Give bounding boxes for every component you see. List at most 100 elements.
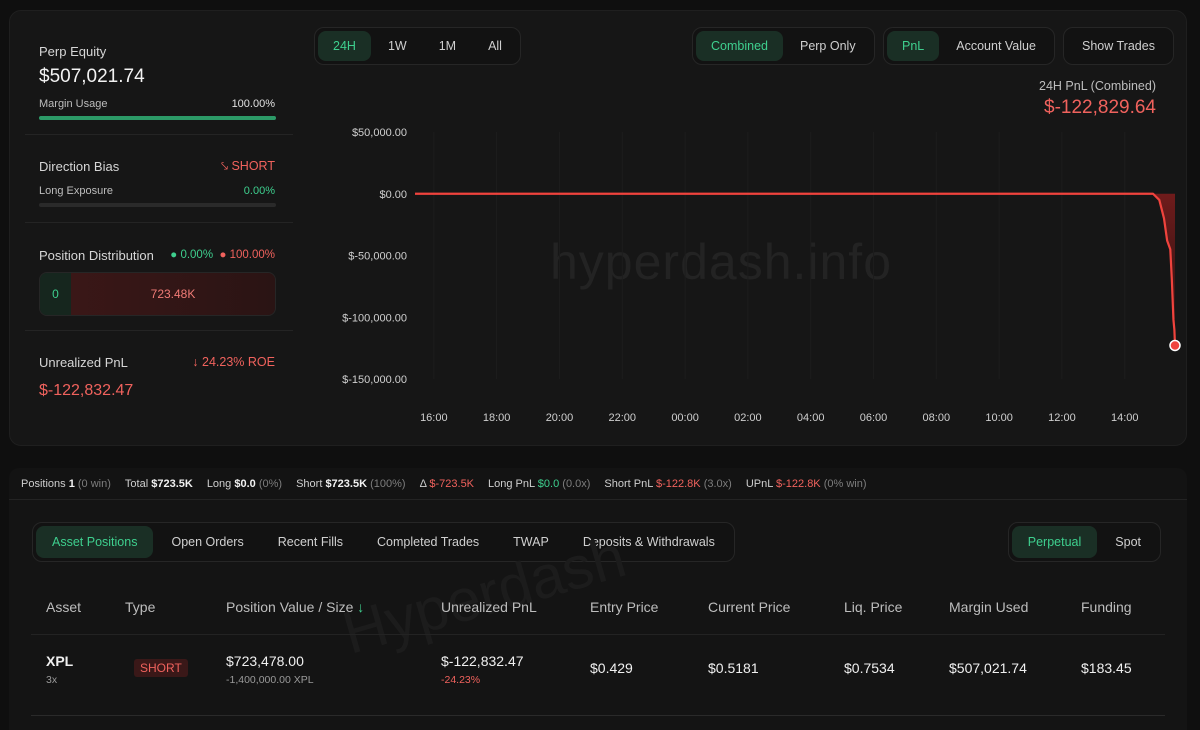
th-unrealized-pnl[interactable]: Unrealized PnL (441, 599, 537, 615)
long-dot-icon: ● (170, 249, 178, 261)
position-distribution-bar: 0 723.48K (39, 272, 276, 316)
direction-bias-value: ⤥ SHORT (221, 159, 275, 174)
tab-asset-positions[interactable]: Asset Positions (36, 526, 154, 558)
x-tick-label: 14:00 (1111, 412, 1139, 424)
y-tick-label: $-150,000.00 (342, 374, 407, 386)
th-entry-price[interactable]: Entry Price (590, 599, 658, 615)
stat-short-pnl-x: (3.0x) (703, 477, 732, 490)
stat-total-label: Total (124, 477, 149, 490)
arrow-down-icon: ↓ (192, 355, 203, 369)
cell-upnl-pct: -24.23% (441, 674, 481, 686)
x-tick-label: 00:00 (671, 412, 699, 424)
x-tick-label: 16:00 (420, 412, 448, 424)
stat-upnl: UPnL $-122.8K (0% win) (746, 478, 867, 490)
equity-value: $507,021.74 (39, 66, 145, 87)
x-tick-label: 20:00 (546, 412, 574, 424)
th-margin-used[interactable]: Margin Used (949, 599, 1028, 615)
positions-tabs: Asset Positions Open Orders Recent Fills… (32, 522, 735, 562)
distribution-legend: ● 0.00% ● 100.00% (170, 249, 275, 261)
stat-upnl-value: $-122.8K (776, 477, 821, 490)
sort-down-icon: ↓ (357, 599, 365, 615)
stat-positions: Positions 1 (0 win) (21, 478, 111, 490)
type-tab-perpetual[interactable]: Perpetual (1011, 526, 1098, 558)
th-position-value[interactable]: Position Value / Size ↓ (226, 599, 364, 615)
stat-long-pnl-label: Long PnL (488, 477, 535, 490)
table-header-divider (31, 634, 1165, 635)
x-tick-label: 04:00 (797, 412, 825, 424)
tab-open-orders[interactable]: Open Orders (155, 526, 259, 558)
stat-short-pct: (100%) (370, 477, 406, 490)
y-tick-label: $0.00 (379, 189, 407, 201)
tab-deposits-withdrawals[interactable]: Deposits & Withdrawals (567, 526, 731, 558)
dist-long-pct: 0.00% (180, 249, 214, 261)
th-asset[interactable]: Asset (46, 599, 81, 615)
pnl-last-point (1169, 339, 1181, 352)
stat-positions-label: Positions (21, 477, 66, 490)
metric-tab-pnl[interactable]: PnL (887, 31, 940, 61)
range-tab-1m[interactable]: 1M (424, 31, 471, 61)
account-sidebar: Perp Equity $507,021.74 Margin Usage 100… (10, 11, 293, 445)
stat-delta-value: $-723.5K (429, 477, 475, 490)
tab-recent-fills[interactable]: Recent Fills (262, 526, 359, 558)
cell-asset: XPL (46, 653, 74, 669)
stat-long-pct: (0%) (258, 477, 283, 490)
position-distribution-label: Position Distribution (39, 248, 154, 263)
mode-tab-perp-only[interactable]: Perp Only (785, 31, 871, 61)
range-tab-24h[interactable]: 24H (318, 31, 371, 61)
range-tab-1w[interactable]: 1W (373, 31, 422, 61)
stat-short-pnl: Short PnL $-122.8K (3.0x) (604, 478, 731, 490)
show-trades-wrapper: Show Trades (1063, 27, 1174, 65)
tab-twap[interactable]: TWAP (497, 526, 565, 558)
stat-long-pnl-value: $0.0 (537, 477, 560, 490)
stat-short-value: $723.5K (325, 477, 368, 490)
stat-positions-win: (0 win) (77, 477, 111, 490)
stat-long-pnl: Long PnL $0.0 (0.0x) (488, 478, 590, 490)
x-tick-label: 08:00 (923, 412, 951, 424)
stat-long-label: Long (206, 477, 232, 490)
short-dot-icon: ● (219, 249, 227, 261)
cell-entry-price: $0.429 (590, 660, 633, 676)
stat-total: Total $723.5K (125, 478, 193, 490)
mode-selector: Combined Perp Only (692, 27, 875, 65)
long-exposure-bar (39, 203, 276, 207)
cell-upnl: $-122,832.47 (441, 653, 524, 669)
margin-usage-bar (39, 116, 276, 120)
y-tick-label: $50,000.00 (352, 127, 407, 139)
stat-short: Short $723.5K (100%) (296, 478, 405, 490)
dist-long-segment: 0 (40, 273, 71, 315)
th-type[interactable]: Type (125, 599, 155, 615)
range-tab-all[interactable]: All (473, 31, 517, 61)
unrealized-pnl-section: Unrealized PnL ↓ 24.23% ROE $-122,832.47 (25, 331, 293, 431)
show-trades-button[interactable]: Show Trades (1067, 31, 1170, 61)
th-current-price[interactable]: Current Price (708, 599, 790, 615)
cell-position-size: -1,400,000.00 XPL (226, 674, 314, 686)
direction-bias-section: Direction Bias ⤥ SHORT Long Exposure 0.0… (25, 135, 293, 223)
stat-upnl-win: (0% win) (823, 477, 867, 490)
cell-funding: $183.45 (1081, 660, 1132, 676)
long-exposure-value: 0.00% (243, 185, 275, 197)
metric-tab-account-value[interactable]: Account Value (941, 31, 1051, 61)
roe-text: 24.23% ROE (202, 355, 275, 369)
dist-short-segment: 723.48K (71, 273, 275, 315)
th-liq-price[interactable]: Liq. Price (844, 599, 902, 615)
pnl-title: 24H PnL (Combined) (1039, 79, 1156, 93)
stat-long: Long $0.0 (0%) (207, 478, 282, 490)
th-funding[interactable]: Funding (1081, 599, 1132, 615)
roe-value: ↓ 24.23% ROE (192, 355, 275, 369)
stat-positions-value: 1 (68, 477, 75, 490)
mode-tab-combined[interactable]: Combined (696, 31, 783, 61)
stat-long-value: $0.0 (234, 477, 256, 490)
equity-label: Perp Equity (39, 44, 107, 59)
pnl-chart[interactable]: $50,000.00 $0.00 $-50,000.00 $-100,000.00 $-… (310, 111, 1190, 431)
stat-upnl-label: UPnL (745, 477, 773, 490)
type-tab-spot[interactable]: Spot (1099, 526, 1157, 558)
stat-long-pnl-x: (0.0x) (562, 477, 591, 490)
margin-usage-label: Margin Usage (39, 98, 108, 110)
th-position-value-label: Position Value / Size (226, 599, 354, 615)
cell-liq-price: $0.7534 (844, 660, 895, 676)
stat-total-value: $723.5K (151, 477, 193, 490)
direction-bias-label: Direction Bias (39, 159, 120, 174)
account-overview-panel: Perp Equity $507,021.74 Margin Usage 100… (9, 10, 1187, 446)
tab-completed-trades[interactable]: Completed Trades (361, 526, 495, 558)
stat-short-label: Short (296, 477, 323, 490)
